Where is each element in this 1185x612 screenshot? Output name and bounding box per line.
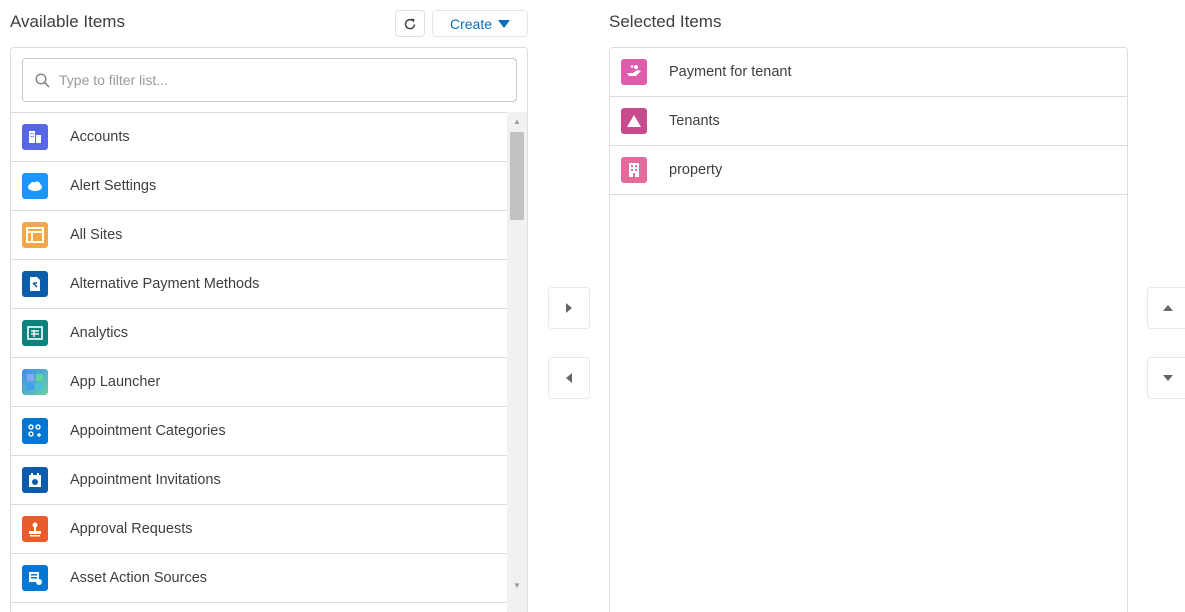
available-items-list: Accounts Alert Settings All Sites Altern… (11, 112, 507, 603)
list-item-label: Asset Action Sources (70, 570, 208, 586)
filter-search-box[interactable] (22, 58, 517, 102)
caret-down-icon (498, 19, 511, 28)
list-item-label: Tenants (669, 113, 720, 129)
list-item-label: Approval Requests (70, 521, 193, 537)
list-item-label: Appointment Invitations (70, 472, 221, 488)
asset-action-icon (22, 565, 48, 591)
search-icon (35, 72, 50, 88)
list-item[interactable]: Appointment Categories (11, 407, 507, 456)
accounts-icon (22, 124, 48, 150)
list-item[interactable]: App Launcher (11, 358, 507, 407)
list-item[interactable]: Approval Requests (11, 505, 507, 554)
sites-icon (22, 222, 48, 248)
list-item-label: property (669, 162, 723, 178)
list-item[interactable]: Alert Settings (11, 162, 507, 211)
chevron-right-icon (566, 303, 572, 313)
move-down-button[interactable] (1147, 357, 1185, 399)
selected-items-heading: Selected Items (609, 12, 722, 31)
triangle-icon (621, 108, 647, 134)
list-item[interactable]: Asset Action Sources (11, 554, 507, 603)
calendar-icon (22, 467, 48, 493)
chevron-down-icon (1163, 375, 1173, 381)
list-item[interactable]: Tenants (610, 97, 1127, 146)
list-item-label: Payment for tenant (669, 64, 792, 80)
appointment-categories-icon (22, 418, 48, 444)
list-item[interactable]: Appointment Invitations (11, 456, 507, 505)
filter-search-input[interactable] (59, 72, 479, 88)
list-item-label: Accounts (70, 129, 130, 145)
list-item-label: Appointment Categories (70, 423, 226, 439)
list-item[interactable]: property (610, 146, 1127, 195)
building-icon (621, 157, 647, 183)
refresh-button[interactable] (395, 10, 425, 37)
list-item[interactable]: Analytics (11, 309, 507, 358)
scroll-thumb[interactable] (510, 132, 524, 220)
list-item-label: Alternative Payment Methods (70, 276, 260, 292)
list-item-label: Analytics (70, 325, 129, 341)
list-scrollbar[interactable]: ▲ ▼ (507, 112, 527, 612)
selected-items-list: Payment for tenant Tenants property (610, 48, 1127, 195)
list-item-label: All Sites (70, 227, 123, 243)
chevron-left-icon (566, 373, 572, 383)
move-to-selected-button[interactable] (548, 287, 590, 329)
app-launcher-icon (22, 369, 48, 395)
create-button-label: Create (449, 15, 493, 32)
hand-icon (621, 59, 647, 85)
list-item[interactable]: Payment for tenant (610, 48, 1127, 97)
refresh-icon (404, 18, 416, 29)
list-item-label: App Launcher (70, 374, 161, 390)
cloud-icon (22, 173, 48, 199)
selected-items-panel: Payment for tenant Tenants property (609, 47, 1128, 612)
scroll-up-arrow-icon[interactable]: ▲ (513, 118, 521, 126)
move-to-available-button[interactable] (548, 357, 590, 399)
list-item[interactable]: Accounts (11, 113, 507, 162)
list-item[interactable]: Alternative Payment Methods (11, 260, 507, 309)
approval-icon (22, 516, 48, 542)
create-button[interactable]: Create (432, 10, 528, 37)
available-items-heading: Available Items (10, 12, 125, 31)
available-items-panel: Accounts Alert Settings All Sites Altern… (10, 47, 528, 612)
list-item[interactable]: All Sites (11, 211, 507, 260)
list-item-label: Alert Settings (70, 178, 157, 194)
chevron-up-icon (1163, 305, 1173, 311)
payment-method-icon (22, 271, 48, 297)
scroll-down-arrow-icon[interactable]: ▼ (513, 582, 521, 590)
move-up-button[interactable] (1147, 287, 1185, 329)
analytics-icon (22, 320, 48, 346)
